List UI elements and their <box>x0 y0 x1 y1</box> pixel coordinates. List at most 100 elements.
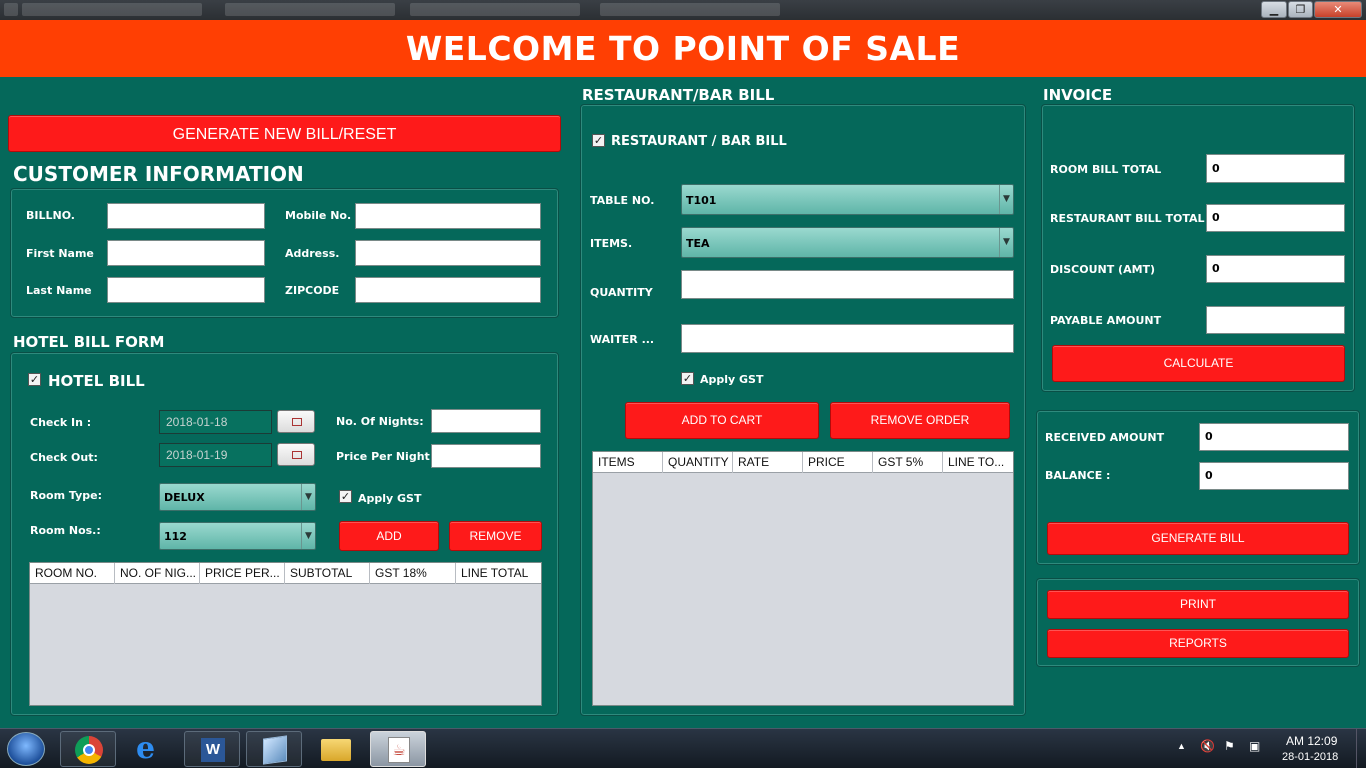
speaker-icon[interactable]: 🔇 <box>1200 739 1215 753</box>
checkout-label: Check Out: <box>30 451 98 464</box>
room-total-field[interactable]: 0 <box>1206 154 1345 183</box>
column-header[interactable]: LINE TOTAL <box>456 563 542 584</box>
payable-field[interactable] <box>1206 306 1345 334</box>
chevron-down-icon: ▼ <box>999 185 1013 214</box>
hotel-bill-table[interactable]: ROOM NO. NO. OF NIG... PRICE PER... SUBT… <box>29 562 542 706</box>
calculate-button[interactable]: CALCULATE <box>1052 345 1345 382</box>
show-desktop-button[interactable] <box>1356 729 1366 768</box>
calendar-icon <box>292 451 302 459</box>
waiter-label: WAITER ... <box>590 333 655 346</box>
show-hidden-icons[interactable]: ▲ <box>1177 741 1186 751</box>
restaurant-table-header: ITEMS QUANTITY RATE PRICE GST 5% LINE TO… <box>593 452 1013 473</box>
hotel-bill-checkbox-label: HOTEL BILL <box>48 372 145 390</box>
column-header[interactable]: ITEMS <box>593 452 663 473</box>
mobile-field[interactable] <box>355 203 541 229</box>
start-icon[interactable] <box>7 732 45 766</box>
price-label: Price Per Night <box>336 450 430 463</box>
waiter-field[interactable] <box>681 324 1014 353</box>
checkout-calendar-button[interactable] <box>277 443 315 466</box>
background-tab-1 <box>225 3 395 16</box>
print-button[interactable]: PRINT <box>1047 590 1349 619</box>
hotel-section-title: HOTEL BILL FORM <box>13 333 165 351</box>
app-icon <box>4 3 18 16</box>
chrome-icon[interactable] <box>60 731 116 767</box>
restaurant-total-field[interactable]: 0 <box>1206 204 1345 232</box>
column-header[interactable]: GST 18% <box>370 563 456 584</box>
roomnos-select[interactable]: 112 ▼ <box>159 522 316 550</box>
firstname-field[interactable] <box>107 240 265 266</box>
virtualbox-icon[interactable] <box>246 731 302 767</box>
zipcode-label: ZIPCODE <box>285 284 340 297</box>
ie-icon[interactable]: e <box>122 731 178 767</box>
billno-label: BILLNO. <box>26 209 75 222</box>
background-tab-2 <box>410 3 580 16</box>
clock-date[interactable]: 28-01-2018 <box>1282 751 1338 763</box>
price-per-night-field[interactable] <box>431 444 541 468</box>
restaurant-bill-table[interactable]: ITEMS QUANTITY RATE PRICE GST 5% LINE TO… <box>592 451 1014 706</box>
roomtype-select[interactable]: DELUX ▼ <box>159 483 316 511</box>
restaurant-section-title: RESTAURANT/BAR BILL <box>582 86 775 104</box>
minimize-button[interactable]: ▁ <box>1261 1 1287 18</box>
received-field[interactable]: 0 <box>1199 423 1349 451</box>
add-to-cart-button[interactable]: ADD TO CART <box>625 402 819 439</box>
generate-new-bill-button[interactable]: GENERATE NEW BILL/RESET <box>8 115 561 152</box>
remove-order-button[interactable]: REMOVE ORDER <box>830 402 1010 439</box>
clock-time[interactable]: AM 12:09 <box>1286 734 1337 748</box>
column-header[interactable]: RATE <box>733 452 803 473</box>
column-header[interactable]: LINE TO... <box>943 452 1014 473</box>
invoice-section-title: INVOICE <box>1043 86 1113 104</box>
customer-section-title: CUSTOMER INFORMATION <box>13 162 304 186</box>
folder-icon[interactable] <box>308 731 364 767</box>
column-header[interactable]: PRICE PER... <box>200 563 285 584</box>
column-header[interactable]: ROOM NO. <box>30 563 115 584</box>
close-button[interactable]: ✕ <box>1314 1 1362 18</box>
payable-label: PAYABLE AMOUNT <box>1050 314 1162 327</box>
restaurant-gst-label: Apply GST <box>700 373 764 386</box>
quantity-label: QUANTITY <box>590 286 653 299</box>
window-titlebar: ▁ ❐ ✕ <box>0 0 1366 20</box>
checkin-date-field[interactable]: 2018-01-18 <box>159 410 272 434</box>
roomnos-value: 112 <box>164 530 187 543</box>
nights-field[interactable] <box>431 409 541 433</box>
network-icon[interactable]: ▣ <box>1249 739 1260 753</box>
hotel-remove-button[interactable]: REMOVE <box>449 521 542 551</box>
restaurant-gst-checkbox[interactable]: ✓ <box>681 372 694 385</box>
chevron-down-icon: ▼ <box>301 523 315 549</box>
maximize-button[interactable]: ❐ <box>1288 1 1313 18</box>
billno-field[interactable] <box>107 203 265 229</box>
checkout-date-field[interactable]: 2018-01-19 <box>159 443 272 467</box>
table-no-select[interactable]: T101 ▼ <box>681 184 1014 215</box>
address-field[interactable] <box>355 240 541 266</box>
balance-field[interactable]: 0 <box>1199 462 1349 490</box>
hotel-gst-checkbox[interactable]: ✓ <box>339 490 352 503</box>
hotel-bill-checkbox[interactable]: ✓ <box>28 373 41 386</box>
java-icon[interactable]: ☕ <box>370 731 426 767</box>
restaurant-panel: ✓ RESTAURANT / BAR BILL TABLE NO. T101 ▼… <box>580 104 1026 716</box>
checkin-calendar-button[interactable] <box>277 410 315 433</box>
chevron-down-icon: ▼ <box>301 484 315 510</box>
lastname-label: Last Name <box>26 284 92 297</box>
column-header[interactable]: PRICE <box>803 452 873 473</box>
items-select[interactable]: TEA ▼ <box>681 227 1014 258</box>
column-header[interactable]: QUANTITY <box>663 452 733 473</box>
received-label: RECEIVED AMOUNT <box>1045 431 1165 444</box>
zipcode-field[interactable] <box>355 277 541 303</box>
column-header[interactable]: SUBTOTAL <box>285 563 370 584</box>
hotel-panel: ✓ HOTEL BILL Check In : 2018-01-18 No. O… <box>10 352 559 716</box>
discount-field[interactable]: 0 <box>1206 255 1345 283</box>
reports-button[interactable]: REPORTS <box>1047 629 1349 658</box>
quantity-field[interactable] <box>681 270 1014 299</box>
hotel-add-button[interactable]: ADD <box>339 521 439 551</box>
nights-label: No. Of Nights: <box>336 415 424 428</box>
hotel-gst-label: Apply GST <box>358 492 422 505</box>
word-icon[interactable]: W <box>184 731 240 767</box>
column-header[interactable]: GST 5% <box>873 452 943 473</box>
lastname-field[interactable] <box>107 277 265 303</box>
restaurant-total-label: RESTAURANT BILL TOTAL <box>1050 212 1205 225</box>
column-header[interactable]: NO. OF NIG... <box>115 563 200 584</box>
generate-bill-button[interactable]: GENERATE BILL <box>1047 522 1349 555</box>
roomtype-label: Room Type: <box>30 489 102 502</box>
action-center-icon[interactable]: ⚑ <box>1224 739 1235 753</box>
hotel-table-header: ROOM NO. NO. OF NIG... PRICE PER... SUBT… <box>30 563 541 584</box>
restaurant-bill-checkbox[interactable]: ✓ <box>592 134 605 147</box>
